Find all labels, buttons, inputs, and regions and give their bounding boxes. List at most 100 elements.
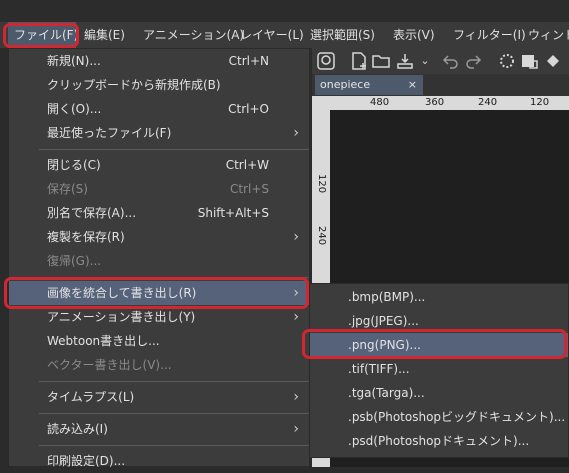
menu-selection[interactable]: 選択範囲(S) (310, 22, 375, 48)
tab-label: onepiece (320, 78, 371, 91)
menu-item-label: 新規(N)... (47, 54, 101, 68)
menu-item-label: 復帰(G)... (47, 254, 102, 268)
submenu-item-tif[interactable]: .tif(TIFF)... (310, 357, 568, 381)
menu-item-recent-files[interactable]: 最近使ったファイル(F) › (9, 121, 309, 145)
menu-item-label: アニメーション書き出し(Y) (47, 310, 196, 324)
menu-item-print-settings[interactable]: 印刷設定(D)... (9, 449, 309, 473)
file-menu: 新規(N)... Ctrl+N クリップボードから新規作成(B) 開く(O)...… (8, 48, 310, 468)
menu-item-shortcut: Shift+Alt+S (197, 206, 269, 220)
open-folder-icon-svg (372, 55, 390, 68)
menu-animation[interactable]: アニメーション(A) (143, 22, 244, 48)
ruler-left-label: 240 (316, 226, 327, 246)
menu-edit[interactable]: 編集(E) (84, 22, 125, 48)
menu-item-shortcut: Ctrl+W (225, 158, 269, 172)
fill-icon[interactable] (544, 52, 562, 70)
submenu-item-bmp[interactable]: .bmp(BMP)... (310, 285, 568, 309)
menu-separator (39, 277, 309, 278)
menu-filter[interactable]: フィルター(I) (453, 22, 526, 48)
redo-icon[interactable] (464, 52, 482, 70)
menu-separator (39, 413, 309, 414)
menu-item-shortcut: Ctrl+N (228, 54, 269, 68)
close-icon[interactable]: × (408, 75, 417, 95)
menu-item-export-webtoon[interactable]: Webtoon書き出し... (9, 329, 309, 353)
selection-icon[interactable] (520, 52, 538, 70)
submenu-item-label: .jpg(JPEG)... (348, 314, 419, 328)
submenu-item-psd[interactable]: .psd(Photoshopドキュメント)... (310, 429, 568, 453)
submenu-item-psb[interactable]: .psb(Photoshopビッグドキュメント)... (310, 405, 568, 429)
ruler-top-label: 360 (425, 97, 445, 108)
ruler-top-label: 240 (478, 97, 498, 108)
menu-item-export-animation[interactable]: アニメーション書き出し(Y) › (9, 305, 309, 329)
document-tabbar: onepiece × (312, 74, 569, 96)
command-bar: ⌄ (312, 48, 569, 74)
selection-icon-svg (522, 55, 538, 69)
menu-file[interactable]: ファイル(F) (8, 22, 78, 48)
chevron-right-icon: › (293, 285, 299, 301)
menu-separator (39, 381, 309, 382)
submenu-item-label: .psb(Photoshopビッグドキュメント)... (348, 410, 566, 424)
menu-item-save-copy[interactable]: 複製を保存(R) › (9, 225, 309, 249)
ruler-left-label: 120 (316, 174, 327, 194)
tab-onepiece[interactable]: onepiece × (315, 75, 423, 95)
menu-item-open[interactable]: 開く(O)... Ctrl+O (9, 97, 309, 121)
menu-view[interactable]: 表示(V) (393, 22, 435, 48)
submenu-item-tga[interactable]: .tga(Targa)... (310, 381, 568, 405)
loading-icon[interactable] (498, 52, 516, 70)
fill-icon-svg (547, 55, 559, 67)
menu-item-close[interactable]: 閉じる(C) Ctrl+W (9, 153, 309, 177)
menu-item-save[interactable]: 保存(S) Ctrl+S (9, 177, 309, 201)
menu-item-label: 画像を統合して書き出し(R) (47, 286, 197, 300)
ruler-top-label: 480 (370, 97, 390, 108)
export-submenu: .bmp(BMP)... .jpg(JPEG)... .png(PNG)... … (309, 283, 569, 458)
menu-item-export-vector[interactable]: ベクター書き出し(V)... (9, 353, 309, 377)
menu-item-label: 複製を保存(R) (47, 230, 125, 244)
submenu-item-png[interactable]: .png(PNG)... (310, 333, 568, 357)
save-icon[interactable] (396, 52, 414, 70)
menu-item-label: クリップボードから新規作成(B) (47, 78, 221, 92)
menu-window[interactable]: ウィンドウ (528, 22, 569, 48)
redo-icon-svg (466, 55, 482, 69)
menu-item-label: 最近使ったファイル(F) (47, 126, 172, 140)
menu-item-label: 読み込み(I) (47, 422, 108, 436)
submenu-item-label: .bmp(BMP)... (348, 290, 426, 304)
menu-item-import[interactable]: 読み込み(I) › (9, 417, 309, 441)
menu-item-label: 閉じる(C) (47, 158, 101, 172)
new-file-icon[interactable] (350, 52, 368, 70)
menu-item-label: 別名で保存(A)... (47, 206, 137, 220)
menu-item-shortcut: Ctrl+S (229, 182, 269, 196)
menu-item-timelapse[interactable]: タイムラプス(L) › (9, 385, 309, 409)
chevron-right-icon: › (293, 309, 299, 325)
chevron-down-icon[interactable]: ⌄ (416, 52, 434, 70)
submenu-item-label: .png(PNG)... (348, 338, 421, 352)
chevron-right-icon: › (293, 421, 299, 437)
menu-item-save-as[interactable]: 別名で保存(A)... Shift+Alt+S (9, 201, 309, 225)
ruler-top-label: 120 (530, 97, 550, 108)
menu-item-label: Webtoon書き出し... (47, 334, 160, 348)
submenu-item-jpg[interactable]: .jpg(JPEG)... (310, 309, 568, 333)
new-file-icon-svg (352, 52, 366, 70)
menu-item-new[interactable]: 新規(N)... Ctrl+N (9, 49, 309, 73)
submenu-item-label: .tga(Targa)... (348, 386, 425, 400)
lasso-icon[interactable] (317, 52, 335, 70)
title-bar (0, 0, 569, 22)
menu-layer[interactable]: レイヤー(L) (240, 22, 304, 48)
menu-item-shortcut: Ctrl+O (228, 102, 269, 116)
menu-item-new-from-clipboard[interactable]: クリップボードから新規作成(B) (9, 73, 309, 97)
lasso-icon-svg (317, 52, 335, 70)
chevron-right-icon: › (293, 229, 299, 245)
menu-separator (39, 445, 309, 446)
menu-item-export-flattened[interactable]: 画像を統合して書き出し(R) › (9, 281, 309, 305)
menu-item-label: 印刷設定(D)... (47, 454, 126, 468)
ruler-top: 480 360 240 120 (330, 96, 569, 110)
undo-icon[interactable] (442, 52, 460, 70)
open-folder-icon[interactable] (372, 52, 390, 70)
save-icon-svg (397, 54, 413, 69)
menu-separator (39, 149, 309, 150)
chevron-right-icon: › (293, 389, 299, 405)
menu-item-label: ベクター書き出し(V)... (47, 358, 172, 372)
submenu-item-label: .tif(TIFF)... (348, 362, 410, 376)
menu-item-label: 開く(O)... (47, 102, 102, 116)
menu-item-revert[interactable]: 復帰(G)... (9, 249, 309, 273)
loading-icon-svg (500, 54, 514, 68)
menu-item-label: タイムラプス(L) (47, 390, 135, 404)
